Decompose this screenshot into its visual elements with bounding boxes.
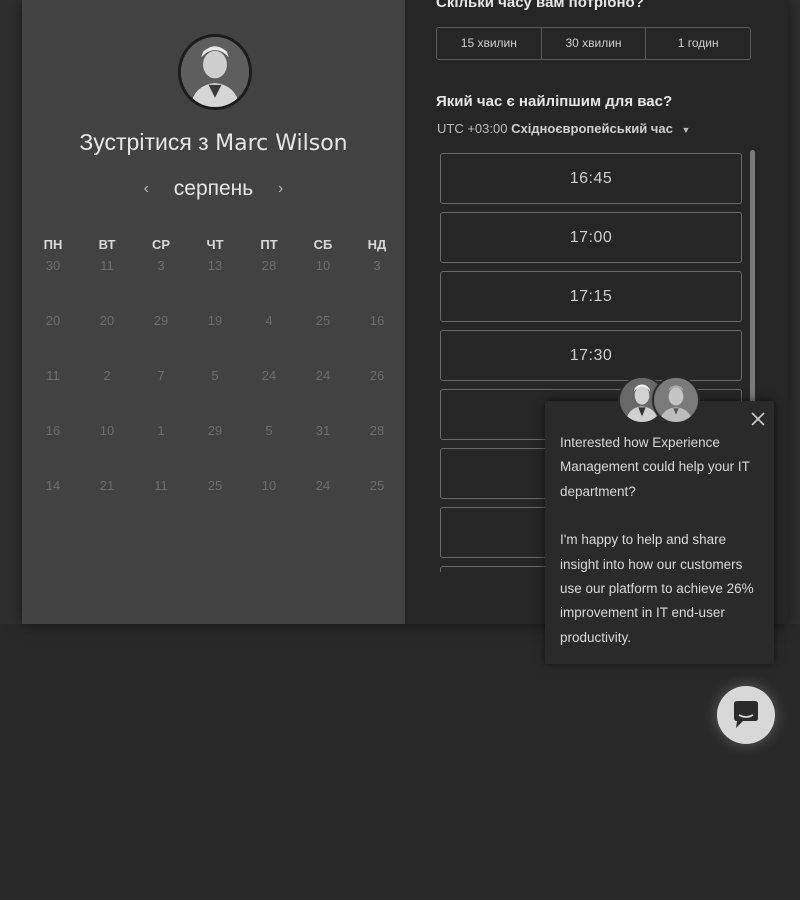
calendar-day: 26 [369,368,385,383]
host-name: Marc Wilson [215,131,348,156]
calendar-grid: ПН ВТ СР ЧТ ПТ СБ НД 30 11 3 13 28 10 3 … [26,237,404,525]
chat-popup: Interested how Experience Management cou… [545,401,774,664]
calendar-day: 10 [315,258,331,273]
calendar-day: 21 [99,478,115,493]
meeting-title: Зустрітися з Marc Wilson [22,129,405,156]
timezone-dropdown[interactable]: UTC +03:00 Східноєвропейський час ▼ [437,121,690,136]
chevron-left-icon[interactable]: ‹ [135,180,157,198]
calendar-day: 24 [315,478,331,493]
calendar-day: 16 [45,423,61,438]
calendar-day: 3 [157,258,165,273]
duration-option-60[interactable]: 1 годин [645,28,750,59]
time-slot[interactable]: 16:45 [440,153,742,204]
timezone-offset: UTC +03:00 [437,121,508,136]
chevron-right-icon[interactable]: › [270,180,292,198]
calendar-day: 4 [265,313,273,328]
calendar-week: 14 21 11 25 10 24 25 [26,470,404,525]
calendar-day: 3 [373,258,381,273]
time-slot[interactable]: 17:15 [440,271,742,322]
chat-launcher-button[interactable] [717,686,775,744]
calendar-day: 28 [369,423,385,438]
calendar-day: 11 [154,478,168,493]
time-question: Який час є найліпшим для вас? [436,93,673,110]
month-navigator: ‹ серпень › [22,177,405,203]
calendar-day: 13 [207,258,223,273]
timezone-name: Східноєвропейський час [511,121,673,136]
duration-option-15[interactable]: 15 хвилин [437,28,541,59]
calendar-day: 11 [46,368,60,383]
calendar-day: 7 [157,368,165,383]
calendar-day: 1 [157,423,165,438]
calendar-day: 10 [261,478,277,493]
month-label: серпень [173,177,254,200]
duration-option-30[interactable]: 30 хвилин [540,28,646,59]
calendar-day: 20 [45,313,61,328]
chat-message-intro: Interested how Experience Management cou… [560,435,750,499]
calendar-day: 5 [211,368,219,383]
calendar-day: 29 [153,313,169,328]
calendar-day: 14 [45,478,61,493]
close-icon[interactable] [750,411,766,427]
person-photo-icon [181,37,249,107]
duration-question: Скільки часу вам потрібно? [436,0,644,11]
calendar-day: 28 [261,258,277,273]
duration-selector: 15 хвилин 30 хвилин 1 годин [436,27,751,60]
host-avatar [178,34,252,110]
calendar-day: 20 [99,313,115,328]
chat-message-body: I'm happy to help and share insight into… [560,532,754,645]
calendar-day: 10 [99,423,115,438]
calendar-day: 25 [207,478,223,493]
calendar-day: 2 [103,368,111,383]
agent-avatar [652,376,700,424]
chat-bubble-icon [734,701,758,728]
calendar-day: 25 [315,313,331,328]
agent-avatars [618,376,702,426]
calendar-day: 29 [207,423,223,438]
calendar-day: 24 [315,368,331,383]
caret-down-icon: ▼ [681,124,691,135]
person-photo-icon [654,378,698,422]
calendar-week: 30 11 3 13 28 10 3 [26,250,404,305]
slot-scrollbar-thumb[interactable] [750,150,755,415]
calendar-week: 11 2 7 5 24 24 26 [26,360,404,415]
time-slot[interactable]: 17:00 [440,212,742,263]
calendar-day: 16 [369,313,385,328]
chat-message: Interested how Experience Management cou… [560,431,765,650]
time-slot[interactable]: 17:30 [440,330,742,381]
calendar-day: 5 [265,423,273,438]
calendar-day: 30 [45,258,61,273]
calendar-day: 25 [369,478,385,493]
calendar-week: 16 10 1 29 5 31 28 [26,415,404,470]
meet-prefix: Зустрітися з [79,129,209,155]
calendar-day: 31 [315,423,331,438]
calendar-day: 19 [207,313,223,328]
calendar-day: 24 [261,368,277,383]
calendar-day: 11 [100,258,114,273]
calendar-week: 20 20 29 19 4 25 16 [26,305,404,360]
